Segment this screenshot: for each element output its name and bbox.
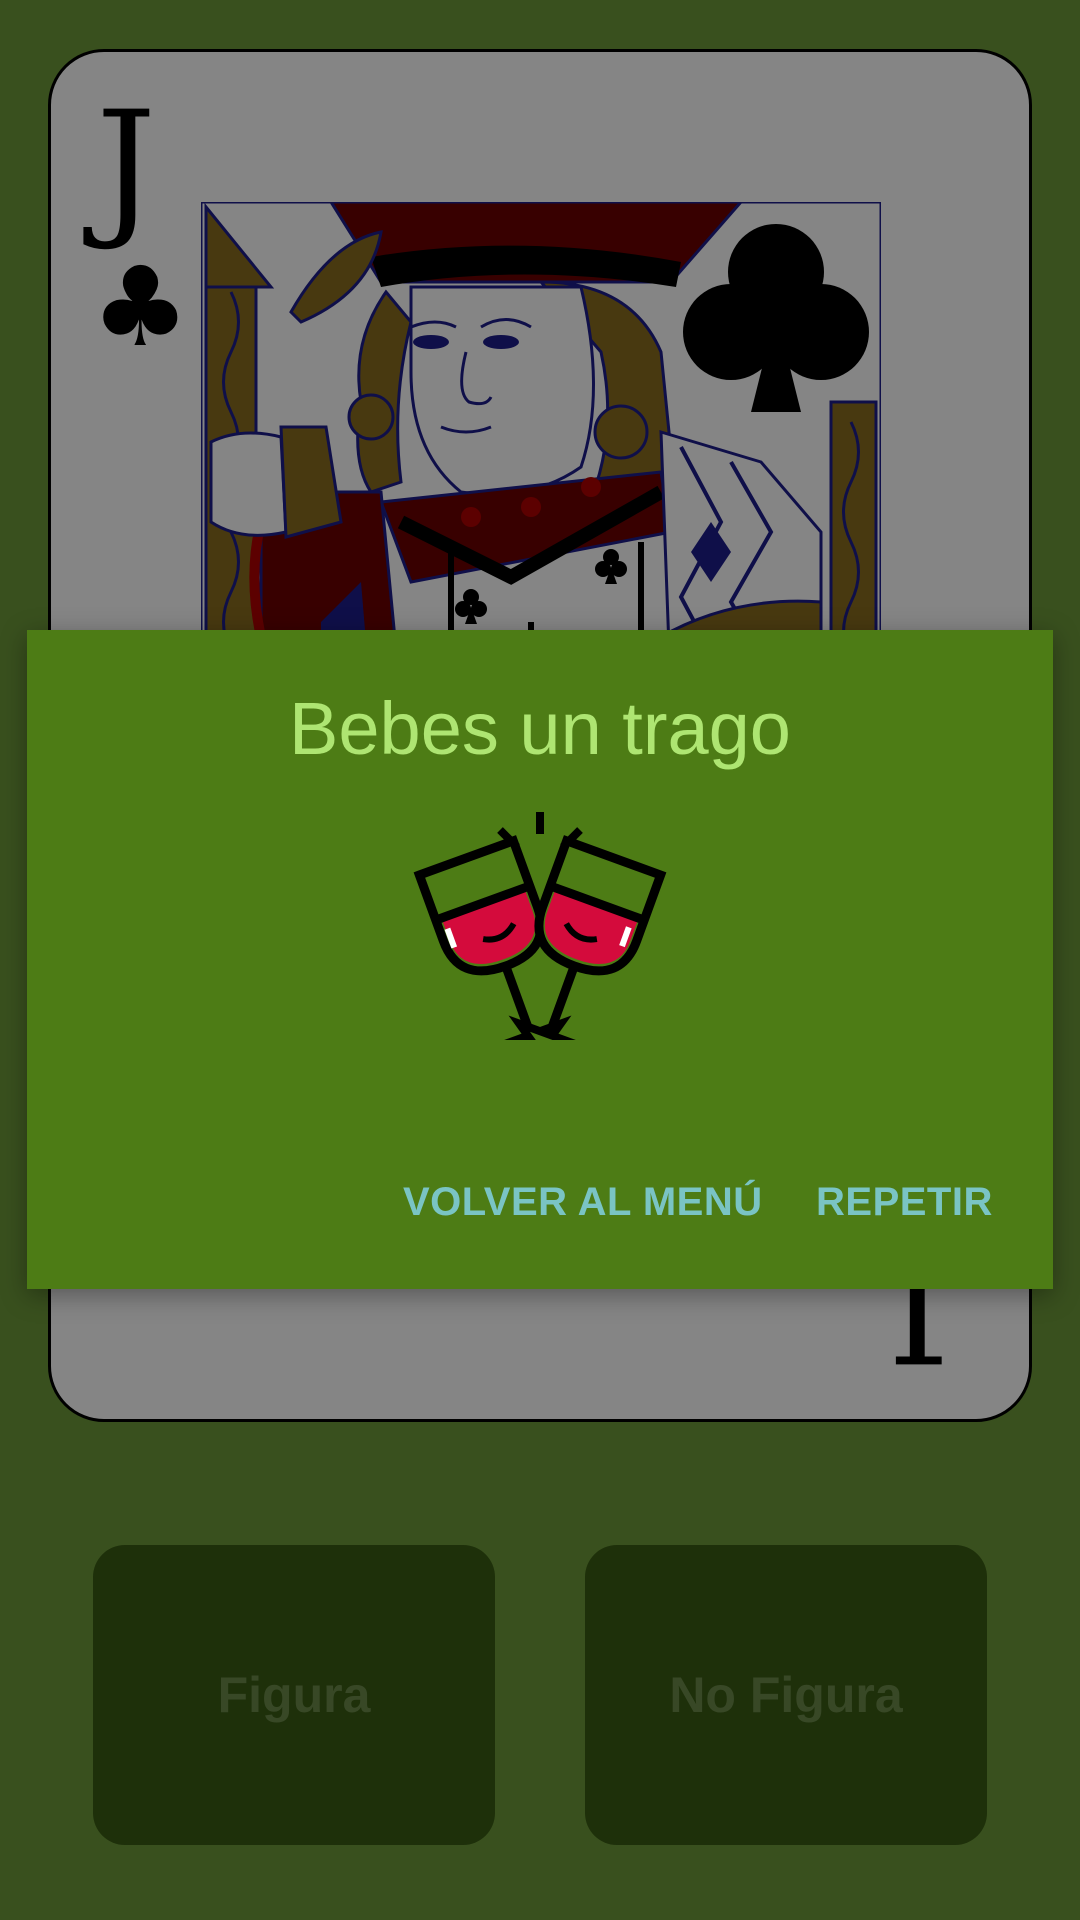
drink-dialog: Bebes un trago VOLVER AL MENÚ REPETIR (27, 630, 1053, 1289)
dialog-title: Bebes un trago (289, 687, 791, 770)
game-screen: J ♣ J Figura No Figura Bebes un trago VO… (0, 0, 1080, 1920)
back-to-menu-button[interactable]: VOLVER AL MENÚ (403, 1180, 763, 1225)
repeat-button[interactable]: REPETIR (816, 1180, 993, 1225)
wine-glasses-toast-icon (413, 812, 667, 1040)
